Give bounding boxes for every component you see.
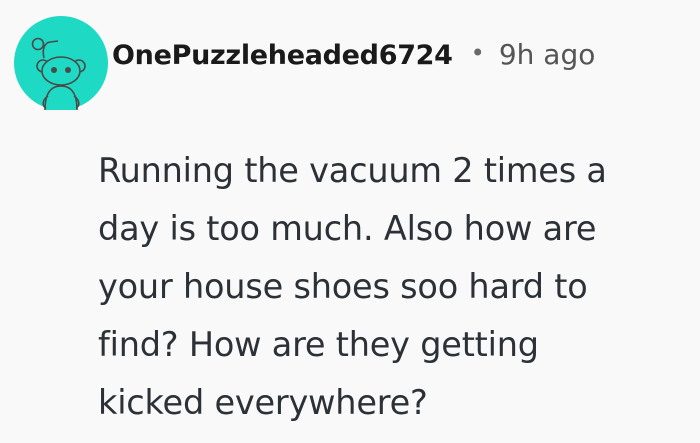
- comment-body-line: your house shoes soo hard to: [98, 267, 588, 306]
- separator-dot: •: [470, 39, 485, 67]
- comment-body: Running the vacuum 2 times a day is too …: [98, 142, 698, 432]
- comment-header: OnePuzzleheaded6724 • 9h ago: [112, 38, 595, 71]
- comment-body-line: find? How are they getting: [98, 325, 539, 364]
- comment-body-line: day is too much. Also how are: [98, 209, 597, 248]
- snoo-avatar-icon: [14, 16, 108, 111]
- timestamp[interactable]: 9h ago: [499, 38, 596, 71]
- comment: OnePuzzleheaded6724 • 9h ago Running the…: [0, 0, 700, 443]
- comment-body-line: kicked everywhere?: [98, 383, 428, 422]
- username-link[interactable]: OnePuzzleheaded6724: [112, 40, 453, 71]
- comment-body-line: Running the vacuum 2 times a: [98, 151, 607, 190]
- user-avatar[interactable]: [14, 16, 108, 111]
